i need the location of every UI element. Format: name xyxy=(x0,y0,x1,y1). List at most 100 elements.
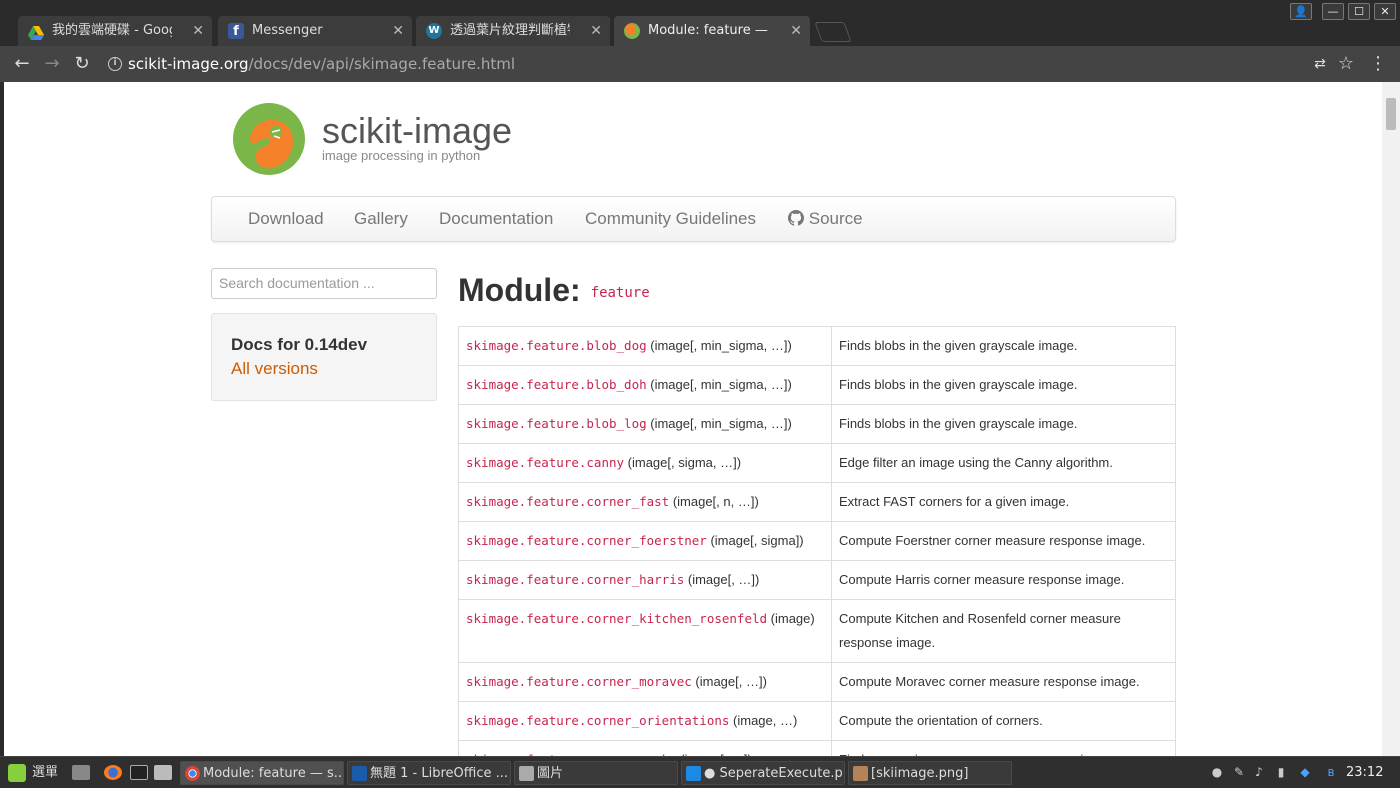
folder-icon xyxy=(154,765,172,780)
close-icon[interactable]: ✕ xyxy=(790,16,802,46)
maximize-button[interactable]: ☐ xyxy=(1348,3,1370,20)
description-cell: Finds blobs in the given grayscale image… xyxy=(831,365,1176,405)
shield-icon[interactable]: ◆ xyxy=(1298,765,1312,779)
close-icon[interactable]: ✕ xyxy=(392,16,404,46)
nav-source[interactable]: Source xyxy=(788,197,863,241)
close-icon[interactable]: ✕ xyxy=(192,16,204,46)
new-tab-button[interactable] xyxy=(814,22,852,42)
libreoffice-writer-icon xyxy=(352,766,367,781)
pen-icon[interactable]: ✎ xyxy=(1232,765,1246,779)
function-signature: (image[, …]) xyxy=(684,572,760,587)
menu-icon[interactable]: ⋮ xyxy=(1366,52,1390,76)
clock[interactable]: 23:12 xyxy=(1346,761,1383,785)
nav-gallery[interactable]: Gallery xyxy=(354,197,408,241)
function-link[interactable]: skimage.feature.blob_dog xyxy=(466,338,647,353)
close-window-button[interactable]: ✕ xyxy=(1374,3,1396,20)
tab-skimage-feature[interactable]: Module: feature — skimage ✕ xyxy=(614,16,810,46)
scikit-image-logo-icon xyxy=(233,103,305,175)
tab-wordpress[interactable]: W 透過葉片紋理判斷植物種類 ✕ xyxy=(416,16,610,46)
firefox-launcher[interactable] xyxy=(102,761,124,785)
page-title-text: Module: xyxy=(458,272,581,308)
translate-icon[interactable]: ⇄ xyxy=(1308,52,1332,76)
function-signature: (image) xyxy=(767,611,815,626)
reload-button[interactable]: ↻ xyxy=(70,52,94,76)
function-link[interactable]: skimage.feature.canny xyxy=(466,455,624,470)
function-link[interactable]: skimage.feature.blob_log xyxy=(466,416,647,431)
scrollbar-thumb[interactable] xyxy=(1386,98,1396,130)
url-path: /docs/dev/api/skimage.feature.html xyxy=(248,55,516,73)
table-row: skimage.feature.corner_orientations (ima… xyxy=(458,701,1176,741)
function-link[interactable]: skimage.feature.corner_foerstner xyxy=(466,533,707,548)
user-icon[interactable]: ● xyxy=(1210,765,1224,779)
function-link[interactable]: skimage.feature.blob_doh xyxy=(466,377,647,392)
docs-version: Docs for 0.14dev xyxy=(231,335,368,354)
description-cell: Compute Foerstner corner measure respons… xyxy=(831,521,1176,561)
bookmark-star-icon[interactable]: ☆ xyxy=(1334,52,1358,76)
facebook-icon: f xyxy=(228,23,244,39)
description-cell: Edge filter an image using the Canny alg… xyxy=(831,443,1176,483)
taskbar-window-libreoffice[interactable]: 無題 1 - LibreOffice ... xyxy=(347,761,511,785)
page-title: Module: feature xyxy=(458,272,650,309)
taskbar-window-label: Module: feature — s... xyxy=(203,766,344,781)
start-menu-button[interactable]: 選單 xyxy=(4,761,70,785)
firefox-icon xyxy=(104,765,122,780)
function-signature: (image[, min_sigma, …]) xyxy=(646,416,792,431)
tab-messenger[interactable]: f Messenger ✕ xyxy=(218,16,412,46)
taskbar-window-chrome[interactable]: Module: feature — s... xyxy=(180,761,344,785)
desktop-taskbar: 選單 Module: feature — s... 無題 1 - LibreOf… xyxy=(0,756,1400,788)
table-row: skimage.feature.corner_moravec (image[, … xyxy=(458,662,1176,702)
scrollbar[interactable] xyxy=(1382,82,1400,756)
taskbar-window-label: 圖片 xyxy=(537,766,564,781)
site-navbar: Download Gallery Documentation Community… xyxy=(211,196,1176,242)
taskbar-window-vscode[interactable]: ● SeperateExecute.p... xyxy=(681,761,845,785)
search-input[interactable]: Search documentation ... xyxy=(211,268,437,299)
chrome-icon xyxy=(185,766,200,781)
taskbar-window-folder[interactable]: 圖片 xyxy=(514,761,678,785)
function-cell: skimage.feature.corner_harris (image[, …… xyxy=(458,560,832,600)
back-button[interactable]: ← xyxy=(10,52,34,76)
function-cell: skimage.feature.blob_dog (image[, min_si… xyxy=(458,326,832,366)
tab-title: 透過葉片紋理判斷植物種類 xyxy=(450,23,570,38)
site-logo[interactable]: scikit-image image processing in python xyxy=(232,102,512,180)
address-bar[interactable]: i scikit-image.org/docs/dev/api/skimage.… xyxy=(102,50,1364,78)
function-link[interactable]: skimage.feature.corner_moravec xyxy=(466,674,692,689)
description-cell: Compute Harris corner measure response i… xyxy=(831,560,1176,600)
function-signature: (image[, min_sigma, …]) xyxy=(646,377,792,392)
function-cell: skimage.feature.corner_kitchen_rosenfeld… xyxy=(458,599,832,663)
taskbar-window-label: 無題 1 - LibreOffice ... xyxy=(370,766,508,781)
nav-download[interactable]: Download xyxy=(248,197,324,241)
google-drive-icon xyxy=(28,23,44,40)
taskbar-window-image-viewer[interactable]: [skiimage.png] xyxy=(848,761,1012,785)
show-desktop-button[interactable] xyxy=(70,761,92,785)
table-row: skimage.feature.blob_dog (image[, min_si… xyxy=(458,326,1176,366)
function-cell: skimage.feature.corner_peaks (image[, …]… xyxy=(458,740,832,756)
function-link[interactable]: skimage.feature.corner_fast xyxy=(466,494,669,509)
files-launcher[interactable] xyxy=(152,761,174,785)
close-icon[interactable]: ✕ xyxy=(590,16,602,46)
terminal-icon xyxy=(130,765,148,780)
function-link[interactable]: skimage.feature.corner_orientations xyxy=(466,713,729,728)
function-signature: (image[, sigma]) xyxy=(706,533,804,548)
function-signature: (image[, n, …]) xyxy=(669,494,759,509)
volume-icon[interactable]: ♪ xyxy=(1252,765,1266,779)
bluetooth-icon[interactable]: ʙ xyxy=(1324,765,1338,779)
url-host: scikit-image.org xyxy=(128,55,249,73)
function-signature: (image, …) xyxy=(729,713,798,728)
nav-documentation[interactable]: Documentation xyxy=(439,197,553,241)
function-link[interactable]: skimage.feature.corner_kitchen_rosenfeld xyxy=(466,611,767,626)
page-viewport: scikit-image image processing in python … xyxy=(4,82,1382,756)
minimize-button[interactable]: — xyxy=(1322,3,1344,20)
desktop-icon xyxy=(72,765,90,780)
all-versions-link[interactable]: All versions xyxy=(231,359,318,379)
info-icon[interactable]: i xyxy=(108,57,122,71)
tab-google-drive[interactable]: 我的雲端硬碟 - Google 雲端 ✕ xyxy=(18,16,212,46)
tab-title: 我的雲端硬碟 - Google 雲端 xyxy=(52,23,172,38)
battery-icon[interactable]: ▮ xyxy=(1274,765,1288,779)
terminal-launcher[interactable] xyxy=(128,761,150,785)
vscode-icon xyxy=(686,766,701,781)
nav-community-guidelines[interactable]: Community Guidelines xyxy=(585,197,756,241)
function-link[interactable]: skimage.feature.corner_harris xyxy=(466,572,684,587)
user-profile-button[interactable]: 👤 xyxy=(1290,3,1312,20)
forward-button[interactable]: → xyxy=(40,52,64,76)
table-row: skimage.feature.corner_harris (image[, …… xyxy=(458,560,1176,600)
